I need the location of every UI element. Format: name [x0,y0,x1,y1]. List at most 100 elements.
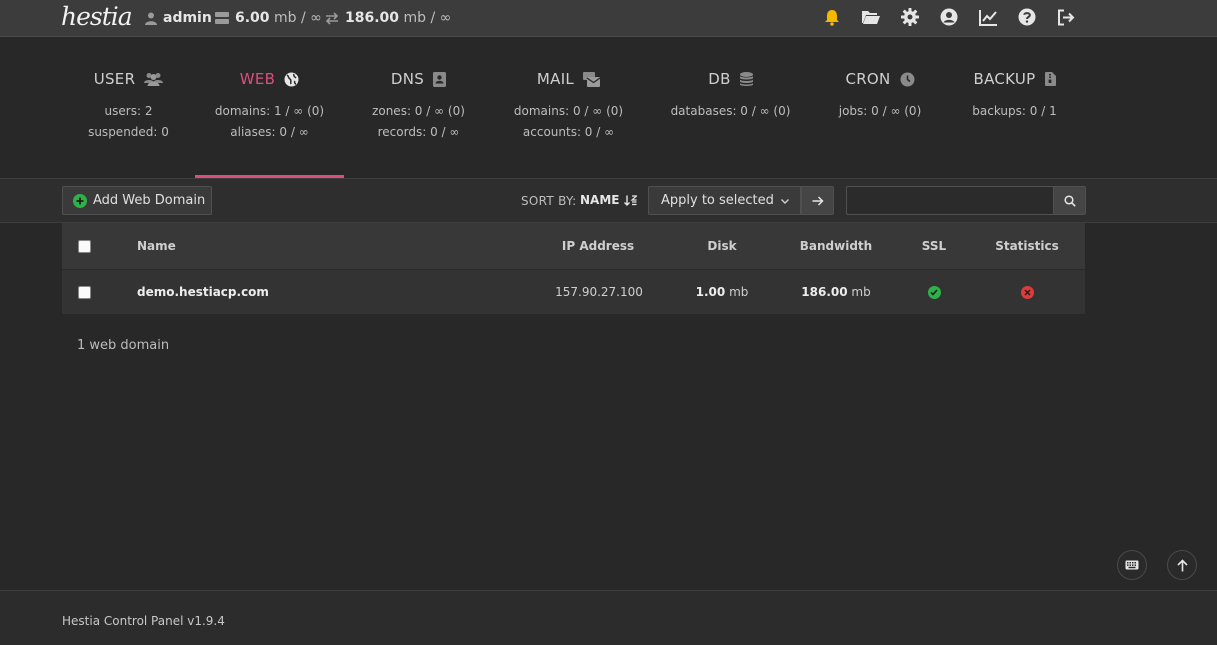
hestia-logo[interactable]: hestia [61,1,133,33]
disk-usage-value: 6.00 [235,10,270,26]
tab-stat-line: zones: 0 / ∞ (0) [372,104,465,118]
tab-mail[interactable]: MAIL domains: 0 / ∞ (0) accounts: 0 / ∞ [493,38,644,179]
header-disk[interactable]: Disk [682,223,762,269]
footer-version: Hestia Control Panel v1.9.4 [62,614,225,628]
tab-stat-line: users: 2 [104,104,153,118]
shortcuts-button[interactable] [1117,550,1147,580]
bell-icon [825,9,839,26]
tab-stat-line: domains: 0 / ∞ (0) [513,104,624,118]
domain-disk: 1.00 mb [682,270,762,314]
bandwidth-usage-rest: mb / ∞ [403,10,452,26]
chevron-down-icon [781,199,789,204]
bulk-action-value: Apply to selected [661,193,774,208]
tab-web[interactable]: WEB domains: 1 / ∞ (0) aliases: 0 / ∞ [195,38,344,179]
header-ip-address[interactable]: IP Address [557,223,639,269]
top-bandwidth-usage: 186.00 mb / ∞ [325,9,451,27]
exchange-icon [325,11,339,25]
row-select-cell [78,270,91,314]
arrow-right-icon [812,195,824,206]
folder-open-icon [862,11,880,24]
domain-disk-value: 1.00 [695,285,726,299]
mail-bulk-icon [583,71,601,87]
logout-icon [1058,9,1075,25]
tab-backup[interactable]: BACKUP backups: 0 / 1 [943,38,1086,179]
toolbar: Add Web Domain SORT BY: NAME Apply to se… [0,179,1217,223]
tab-stat-line: aliases: 0 / ∞ [230,125,309,139]
statistics-button[interactable] [978,7,998,27]
search-icon [1063,194,1076,207]
search-button[interactable] [1053,186,1086,215]
tab-title: USER [93,70,136,88]
top-bar: hestia admin 6.00 mb / ∞ 186.00 mb / ∞ [0,0,1217,37]
select-all-cell [78,223,91,269]
sort-by-toggle[interactable]: NAME [580,193,638,207]
apply-bulk-action-button[interactable] [801,186,834,215]
file-manager-button[interactable] [861,7,881,27]
tab-stat-line: databases: 0 / ∞ (0) [670,104,791,118]
hdd-icon [215,12,229,24]
header-ssl[interactable]: SSL [904,223,964,269]
tab-stat-line: suspended: 0 [88,125,169,139]
header-statistics[interactable]: Statistics [987,223,1067,269]
domain-name-link[interactable]: demo.hestiacp.com [137,285,269,299]
sort-by-label: SORT BY: [521,194,577,208]
domain-disk-unit: mb [729,285,749,299]
clock-icon [900,72,915,86]
tab-title: BACKUP [973,70,1036,88]
tab-stat-line: accounts: 0 / ∞ [522,125,615,139]
logout-button[interactable] [1056,7,1076,27]
plus-circle-icon [73,193,87,208]
user-icon [145,12,157,25]
tab-title: DNS [390,70,425,88]
sort-arrows-icon [624,194,638,206]
domain-ssl [904,270,964,314]
domain-ip: 157.90.27.100 [555,285,643,299]
domain-bandwidth-value: 186.00 [801,285,848,299]
server-settings-button[interactable] [900,7,920,27]
stat-tabs: USER users: 2 suspended: 0 WEB domains: … [62,38,1085,179]
tab-stat-line: jobs: 0 / ∞ (0) [838,104,922,118]
gear-icon [901,8,919,26]
bandwidth-usage-value: 186.00 [345,10,400,26]
database-icon [739,71,753,86]
arrow-up-icon [1176,558,1188,571]
notifications-button[interactable] [822,7,842,27]
domain-count: 1 web domain [77,338,170,353]
users-icon [144,73,164,86]
tab-stat-line: records: 0 / ∞ [377,125,460,139]
tab-title: CRON [845,70,891,88]
profile-button[interactable] [939,7,959,27]
table-row: demo.hestiacp.com 157.90.27.100 1.00 mb … [62,270,1085,314]
footer: Hestia Control Panel v1.9.4 [0,590,1217,645]
tab-db[interactable]: DB databases: 0 / ∞ (0) [644,38,817,179]
tab-title: WEB [239,70,276,88]
tab-dns[interactable]: DNS zones: 0 / ∞ (0) records: 0 / ∞ [344,38,493,179]
help-button[interactable] [1017,7,1037,27]
bulk-action-select[interactable]: Apply to selected [648,186,801,215]
keyboard-icon [1125,560,1139,570]
username: admin [163,10,212,26]
top-user[interactable]: admin [145,9,212,27]
x-circle-icon [1020,285,1034,299]
header-bandwidth[interactable]: Bandwidth [792,223,880,269]
top-disk-usage: 6.00 mb / ∞ [215,9,322,27]
scroll-to-top-button[interactable] [1167,550,1197,580]
domain-bandwidth: 186.00 mb [792,270,880,314]
tab-stat-line: backups: 0 / 1 [972,104,1057,118]
add-web-domain-label: Add Web Domain [93,193,206,208]
disk-usage-rest: mb / ∞ [274,10,322,26]
row-checkbox[interactable] [78,285,91,299]
tab-user[interactable]: USER users: 2 suspended: 0 [62,38,195,179]
add-web-domain-button[interactable]: Add Web Domain [62,186,212,215]
tab-cron[interactable]: CRON jobs: 0 / ∞ (0) [817,38,943,179]
search-input[interactable] [846,186,1054,215]
user-circle-icon [940,8,958,26]
help-icon [1018,8,1036,26]
chart-line-icon [978,9,997,26]
sort-by-value: NAME [580,193,620,207]
header-name[interactable]: Name [137,223,176,269]
table-header: Name IP Address Disk Bandwidth SSL Stati… [62,223,1085,270]
tab-title: DB [708,70,731,88]
domain-bandwidth-unit: mb [851,285,871,299]
select-all-checkbox[interactable] [78,239,91,253]
